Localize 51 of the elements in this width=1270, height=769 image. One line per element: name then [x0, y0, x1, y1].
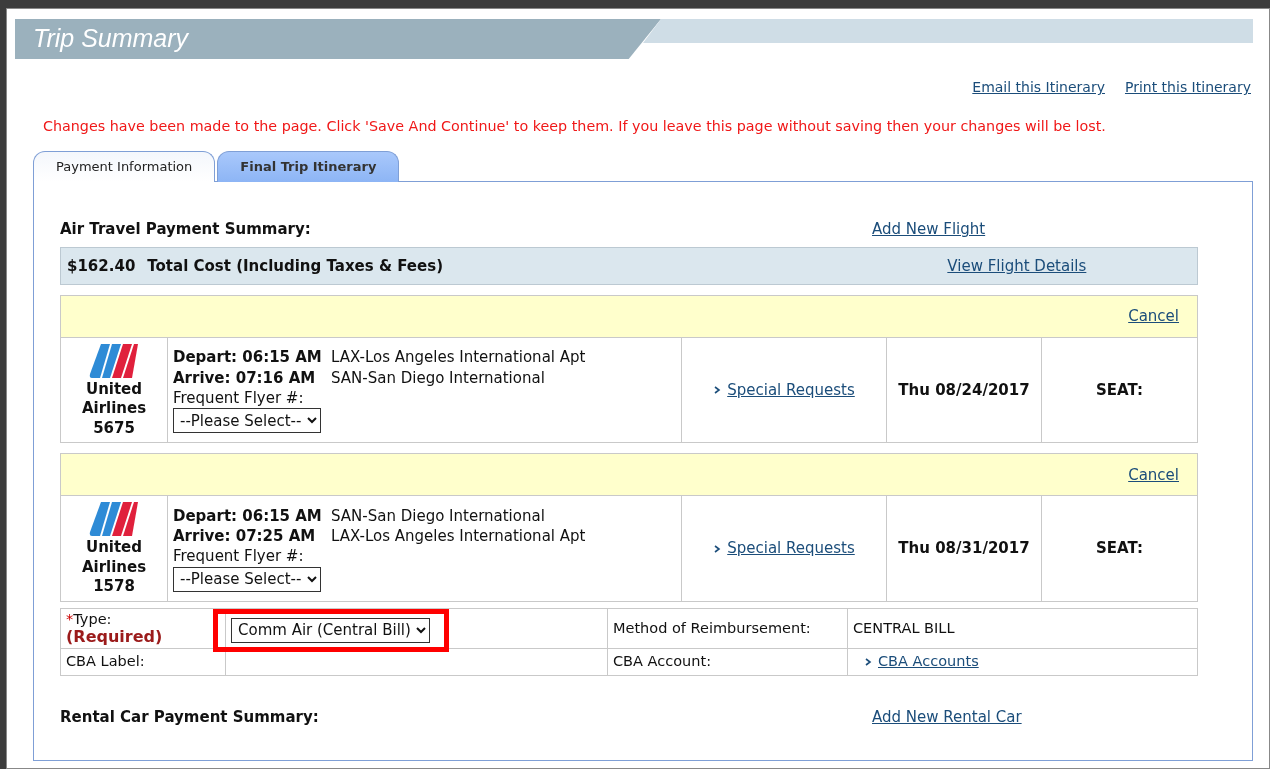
- method-value: CENTRAL BILL: [853, 619, 955, 636]
- email-itinerary-link[interactable]: Email this Itinerary: [972, 77, 1105, 98]
- frequent-flyer-label: Frequent Flyer #:: [173, 546, 305, 567]
- view-flight-details-link[interactable]: View Flight Details: [947, 254, 1087, 278]
- airline-logo-icon: [89, 500, 139, 539]
- airline-logo-icon: [89, 341, 139, 380]
- frequent-flyer-label: Frequent Flyer #:: [173, 387, 305, 409]
- flight-number: 1578: [92, 577, 136, 597]
- frequent-flyer-select[interactable]: --Please Select--: [173, 566, 321, 592]
- chevron-icon: [864, 658, 872, 666]
- seat-label: SEAT:: [1096, 539, 1143, 558]
- cancel-link[interactable]: Cancel: [1128, 307, 1179, 326]
- cba-account-label: CBA Account:: [613, 653, 712, 669]
- airline-name: United Airlines: [80, 379, 148, 419]
- time-label: Arrive: 07:16 AM: [173, 367, 317, 388]
- method-label: Method of Reimbursement:: [613, 619, 811, 636]
- airport-name: SAN-San Diego International: [331, 506, 545, 525]
- type-label: Type:: [73, 610, 112, 627]
- print-itinerary-link[interactable]: Print this Itinerary: [1124, 77, 1251, 98]
- add-rental-car-link[interactable]: Add New Rental Car: [872, 705, 1022, 729]
- warning-message: Changes have been made to the page. Click 'Save And Continue' to keep them. If you leave this page without saving then your changes will be lost.: [43, 117, 1107, 136]
- cba-label: CBA Label:: [66, 653, 145, 669]
- frequent-flyer-select[interactable]: --Please Select--: [173, 408, 321, 434]
- special-requests-link[interactable]: Special Requests: [727, 380, 855, 399]
- time-label: Depart: 06:15 AM: [173, 505, 323, 527]
- airline-name: United Airlines: [80, 538, 148, 578]
- tab[interactable]: Final Trip Itinerary: [217, 151, 400, 183]
- chevron-icon: [713, 386, 722, 395]
- time-label: Depart: 06:15 AM: [173, 347, 323, 368]
- cba-accounts-link[interactable]: CBA Accounts: [878, 653, 979, 669]
- cancel-link[interactable]: Cancel: [1128, 465, 1179, 484]
- tab[interactable]: Payment Information: [33, 151, 216, 183]
- section-heading: Air Travel Payment Summary:: [60, 219, 312, 241]
- add-flight-link[interactable]: Add New Flight: [872, 218, 986, 241]
- airport-name: LAX-Los Angeles International Apt: [331, 527, 586, 546]
- chevron-icon: [713, 544, 722, 553]
- flight-date: Thu 08/24/2017: [898, 380, 1030, 399]
- required-label: (Required): [66, 627, 164, 646]
- type-select[interactable]: Comm Air (Central Bill): [231, 617, 430, 643]
- seat-label: SEAT:: [1096, 380, 1143, 399]
- total-label: Total Cost (Including Taxes & Fees): [147, 255, 444, 277]
- airport-name: SAN-San Diego International: [331, 368, 545, 387]
- airport-name: LAX-Los Angeles International Apt: [331, 348, 586, 367]
- section-heading: Rental Car Payment Summary:: [60, 706, 320, 728]
- flight-date: Thu 08/31/2017: [898, 539, 1030, 558]
- special-requests-link[interactable]: Special Requests: [727, 539, 855, 558]
- time-label: Arrive: 07:25 AM: [173, 526, 317, 547]
- required-asterisk: *: [66, 610, 74, 627]
- total-amount: $162.40: [67, 255, 136, 277]
- page-title: Trip Summary: [33, 23, 189, 55]
- flight-number: 5675: [92, 418, 136, 439]
